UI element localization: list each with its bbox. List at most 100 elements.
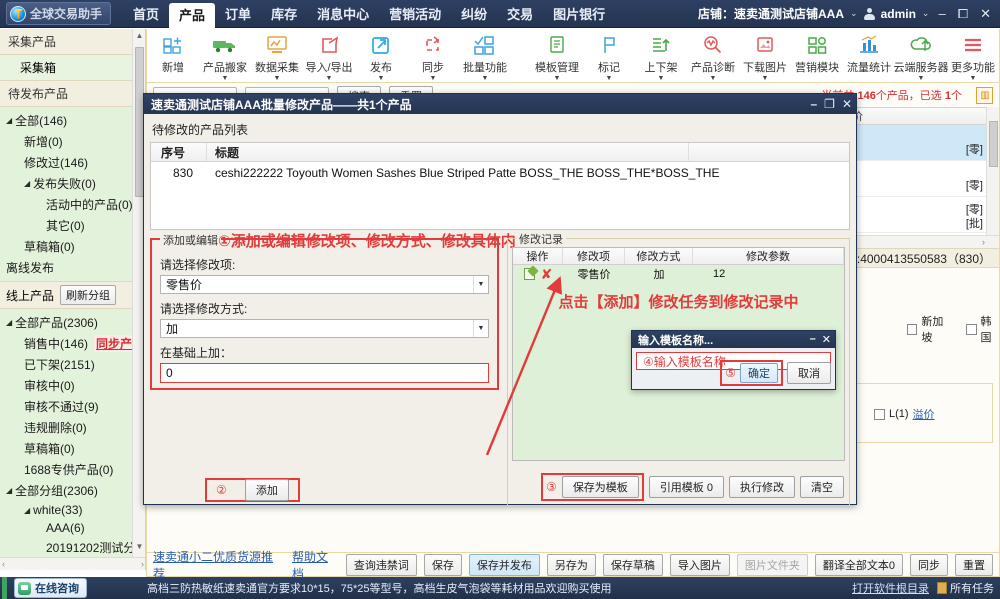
sidebar-item-all-groups[interactable]: ◢ 全部分组(2306) <box>0 480 145 501</box>
toolbar-button-marketing-module[interactable]: 营销模块 <box>791 30 843 82</box>
modify-method-select[interactable]: 加 ▼ <box>160 319 489 338</box>
expand-triangle-icon[interactable]: ◢ <box>6 486 12 495</box>
sidebar-item-online-violation[interactable]: 违规删除(0) <box>0 417 145 438</box>
translate-all-text-button[interactable]: 翻译全部文本0 <box>814 553 903 576</box>
template-dialog-title-bar[interactable]: 输入模板名称... – ✕ <box>632 331 835 348</box>
chevron-down-icon-modify-method[interactable]: ▼ <box>473 320 488 337</box>
toolbar-button-diagnose[interactable]: 产品诊断 ▼ <box>687 30 739 82</box>
sidebar-item-online-selling[interactable]: 销售中(146) 同步产品 <box>0 333 145 354</box>
sidebar-item-online-offshelf[interactable]: 已下架(2151) <box>0 354 145 375</box>
cancel-button[interactable]: 取消 <box>787 362 831 384</box>
open-app-directory-link[interactable]: 打开软件根目录 <box>852 580 929 596</box>
sidebar-item-pending-draft[interactable]: 草稿箱(0) <box>0 236 145 257</box>
scroll-down-arrow-icon[interactable]: ▼ <box>135 542 144 554</box>
chevron-down-icon-data-collect[interactable]: ▼ <box>274 75 281 82</box>
toolbar-button-import-export[interactable]: 导入/导出 ▼ <box>303 30 355 82</box>
chevron-down-icon-batch[interactable]: ▼ <box>482 75 489 82</box>
toolbar-button-cloud-server[interactable]: 云端服务器 ▼ <box>894 30 949 82</box>
expand-triangle-icon[interactable]: ◢ <box>6 318 12 327</box>
sidebar-item-pending-failed[interactable]: ◢ 发布失败(0) <box>0 173 145 194</box>
delete-icon[interactable]: ✘ <box>541 266 553 283</box>
toolbar-button-download-image[interactable]: 下载图片 ▼ <box>739 30 791 82</box>
sync-button[interactable]: 同步 <box>910 553 948 576</box>
expand-triangle-icon[interactable]: ◢ <box>24 179 30 188</box>
table-vertical-scrollbar[interactable] <box>986 107 999 235</box>
save-as-button[interactable]: 另存为 <box>546 553 596 576</box>
menu-item-marketing[interactable]: 营销活动 <box>379 2 451 28</box>
window-maximize-button[interactable]: ⧠ <box>955 6 971 22</box>
modify-item-select[interactable]: 零售价 ▼ <box>160 275 489 294</box>
online-chat-button[interactable]: 在线咨询 <box>14 578 87 598</box>
toolbar-button-more[interactable]: 更多功能 ▼ <box>947 30 999 82</box>
use-template-button[interactable]: 引用模板 0 <box>648 476 724 498</box>
toolbar-button-publish[interactable]: 发布 ▼ <box>355 30 407 82</box>
edit-icon[interactable] <box>523 268 535 280</box>
sidebar-item-offline-publish[interactable]: 离线发布 <box>0 257 145 278</box>
chevron-down-icon-publish[interactable]: ▼ <box>378 75 385 82</box>
ship-option-korea[interactable]: 韩国 <box>966 313 999 345</box>
chevron-down-icon-shelf[interactable]: ▼ <box>658 75 665 82</box>
sidebar-item-pending-modified[interactable]: 修改过(146) <box>0 152 145 173</box>
toolbar-button-sync[interactable]: 同步 ▼ <box>407 30 459 82</box>
sidebar-item-online-rejected[interactable]: 审核不通过(9) <box>0 396 145 417</box>
sidebar-item-online-all[interactable]: ◢ 全部产品(2306) <box>0 312 145 333</box>
chevron-down-icon-cloud-server[interactable]: ▼ <box>918 75 925 82</box>
table-column-price[interactable]: 售价 <box>837 108 987 124</box>
template-dialog-minimize-button[interactable]: – <box>810 333 816 346</box>
reset-button-bottom[interactable]: 重置 <box>955 553 993 576</box>
user-name-label[interactable]: admin <box>881 7 916 21</box>
sidebar-item-group-20191202[interactable]: 20191202测试分组00: <box>0 537 145 558</box>
menu-item-messages[interactable]: 消息中心 <box>307 2 379 28</box>
sidebar-item-collect-box[interactable]: 采集箱 <box>0 55 145 81</box>
checkbox-icon[interactable] <box>966 323 977 335</box>
dialog-maximize-button[interactable]: ❐ <box>824 97 835 111</box>
sidebar-item-group-white[interactable]: ◢ white(33) <box>0 501 145 519</box>
clear-button[interactable]: 清空 <box>800 476 844 498</box>
chevron-down-icon-template[interactable]: ▼ <box>554 75 561 82</box>
chevron-down-icon-product-move[interactable]: ▼ <box>222 75 229 82</box>
import-image-button[interactable]: 导入图片 <box>669 553 730 576</box>
expand-triangle-icon[interactable]: ◢ <box>6 116 12 125</box>
save-as-template-button[interactable]: 保存为模板 <box>561 476 639 498</box>
menu-item-order[interactable]: 订单 <box>215 2 261 28</box>
sidebar-item-online-1688[interactable]: 1688专供产品(0) <box>0 459 145 480</box>
chevron-down-icon-user[interactable]: ⌄ <box>922 8 930 19</box>
toolbar-button-batch[interactable]: 批量功能 ▼ <box>459 30 511 82</box>
ship-option-singapore[interactable]: 新加坡 <box>907 313 952 345</box>
scroll-up-arrow-icon[interactable]: ▲ <box>135 31 144 43</box>
dialog-title-bar[interactable]: 速卖通测试店铺AAA批量修改产品——共1个产品 – ❐ ✕ <box>144 94 856 114</box>
scroll-right-arrow-icon[interactable]: › <box>982 237 985 247</box>
scroll-right-arrow-icon[interactable]: › <box>141 559 144 569</box>
sidebar-item-pending-active[interactable]: 活动中的产品(0) <box>0 194 145 215</box>
sidebar-item-pending-other[interactable]: 其它(0) <box>0 215 145 236</box>
toolbar-button-traffic-stats[interactable]: 流量统计 <box>843 30 895 82</box>
premium-price-link[interactable]: 溢价 <box>913 406 935 422</box>
scroll-left-arrow-icon[interactable]: ‹ <box>2 559 5 569</box>
chevron-down-icon-sync[interactable]: ▼ <box>430 75 437 82</box>
sidebar-item-online-reviewing[interactable]: 审核中(0) <box>0 375 145 396</box>
expand-triangle-icon[interactable]: ◢ <box>24 506 30 515</box>
chevron-down-icon-modify-item[interactable]: ▼ <box>473 276 488 293</box>
chevron-down-icon-import-export[interactable]: ▼ <box>326 75 333 82</box>
chevron-down-icon-more[interactable]: ▼ <box>970 75 977 82</box>
app-logo[interactable]: 全球交易助手 <box>6 2 112 25</box>
pending-list-row[interactable]: 830 ceshi222222 Toyouth Women Sashes Blu… <box>151 162 849 184</box>
checkbox-icon[interactable] <box>907 323 918 335</box>
chevron-down-icon-diagnose[interactable]: ▼ <box>710 75 717 82</box>
shop-selector-label[interactable]: 店铺：速卖通测试店铺AAA <box>698 5 844 22</box>
menu-item-transactions[interactable]: 交易 <box>497 2 543 28</box>
scrollbar-thumb[interactable] <box>989 121 998 167</box>
window-close-button[interactable]: ✕ <box>977 6 994 22</box>
sidebar-item-pending-new[interactable]: 新增(0) <box>0 131 145 152</box>
price-item-row[interactable]: L(1) 溢价 <box>874 406 935 422</box>
menu-item-home[interactable]: 首页 <box>123 2 169 28</box>
sidebar-horizontal-scrollbar[interactable]: ‹ › <box>0 557 145 570</box>
chevron-down-icon-mark[interactable]: ▼ <box>606 75 613 82</box>
save-button[interactable]: 保存 <box>423 553 462 576</box>
add-button[interactable]: 添加 <box>244 479 289 501</box>
sidebar-item-pending-all[interactable]: ◢ 全部(146) <box>0 110 145 131</box>
column-settings-icon[interactable]: ▥ <box>976 86 993 104</box>
refresh-group-button[interactable]: 刷新分组 <box>60 285 117 305</box>
toolbar-button-data-collect[interactable]: 数据采集 ▼ <box>251 30 303 82</box>
all-tasks-button[interactable]: 所有任务 <box>937 580 994 596</box>
